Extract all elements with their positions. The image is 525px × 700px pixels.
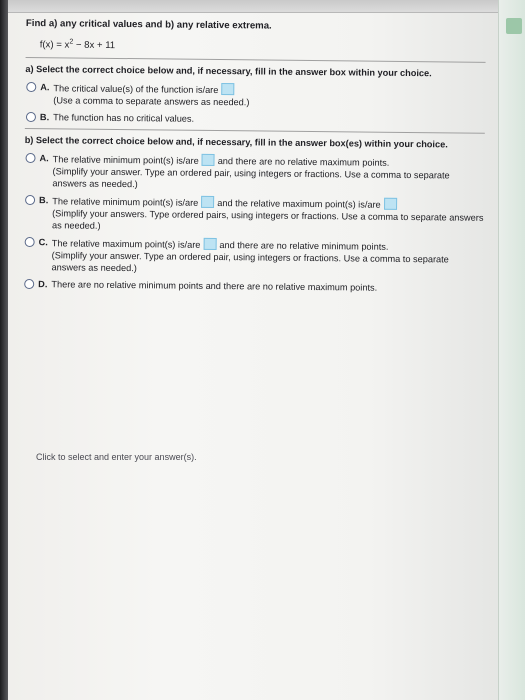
answer-box[interactable] xyxy=(203,238,217,251)
radio-button[interactable] xyxy=(25,112,37,123)
option-line1-middle: and the relative maximum point(s) is/are xyxy=(217,198,381,210)
radio-button[interactable] xyxy=(24,279,35,290)
question-content: Find a) any critical values and b) any r… xyxy=(23,18,486,300)
option-text: The relative minimum point(s) is/are and … xyxy=(52,194,484,236)
option-letter: B. xyxy=(39,112,50,123)
divider xyxy=(24,128,485,134)
option-hint: (Simplify your answers. Type ordered pai… xyxy=(51,208,484,231)
option-text: The relative minimum point(s) is/are and … xyxy=(52,152,484,194)
radio-button[interactable] xyxy=(25,153,36,164)
right-side-panel xyxy=(498,0,525,700)
problem-title: Find a) any critical values and b) any r… xyxy=(25,18,272,32)
option-text: The relative maximum point(s) is/are and … xyxy=(52,236,484,278)
answer-box[interactable] xyxy=(383,197,397,211)
option-line1: The relative minimum point(s) is/are xyxy=(52,154,199,167)
answer-box[interactable] xyxy=(201,154,215,167)
screen-bezel xyxy=(0,0,8,700)
part-a-question: a) Select the correct choice below and, … xyxy=(25,64,432,79)
radio-button[interactable] xyxy=(25,195,36,206)
part-a-option-a[interactable]: A. The critical value(s) of the function… xyxy=(25,81,485,111)
header-strip xyxy=(8,0,525,13)
part-a-option-b[interactable]: B. The function has no critical values. xyxy=(25,111,485,128)
formula-rest: − 8x + 11 xyxy=(73,39,116,52)
part-b-option-a[interactable]: A. The relative minimum point(s) is/are a… xyxy=(24,152,484,194)
function-formula: f(x) = x2 − 8x + 11 xyxy=(40,36,486,56)
footer-instruction: Click to select and enter your answer(s)… xyxy=(36,452,197,462)
formula-lhs: f(x) = x xyxy=(39,39,70,51)
radio-button[interactable] xyxy=(26,82,37,93)
side-panel-tab[interactable] xyxy=(506,18,522,34)
option-line1: The relative minimum point(s) is/are xyxy=(52,196,199,209)
radio-button[interactable] xyxy=(24,237,35,248)
part-b-option-d[interactable]: D. There are no relative minimum points … xyxy=(23,278,483,295)
option-line1-after: and there are no relative minimum points… xyxy=(219,240,389,252)
option-letter: B. xyxy=(39,195,49,206)
option-letter: A. xyxy=(39,153,49,164)
option-line1: The critical value(s) of the function is… xyxy=(53,83,219,96)
part-b-option-b[interactable]: B. The relative minimum point(s) is/are a… xyxy=(24,194,484,236)
divider xyxy=(25,57,486,64)
option-hint: (Simplify your answer. Type an ordered p… xyxy=(51,250,449,274)
option-hint: (Use a comma to separate answers as need… xyxy=(53,95,250,108)
part-b-option-c[interactable]: C. The relative maximum point(s) is/are a… xyxy=(23,236,483,278)
option-text: There are no relative minimum points and… xyxy=(51,279,378,293)
option-letter: C. xyxy=(38,237,48,248)
part-b-question: b) Select the correct choice below and, … xyxy=(24,135,448,150)
option-line1-after: and there are no relative maximum points… xyxy=(217,156,390,168)
option-hint: (Simplify your answer. Type an ordered p… xyxy=(52,166,450,190)
option-text: The function has no critical values. xyxy=(53,112,195,124)
option-text: The critical value(s) of the function is… xyxy=(53,81,485,111)
answer-box[interactable] xyxy=(201,196,215,209)
option-letter: D. xyxy=(38,279,48,290)
answer-box[interactable] xyxy=(221,83,235,96)
option-letter: A. xyxy=(40,82,50,93)
browser-screen: Find a) any critical values and b) any r… xyxy=(8,0,525,700)
option-line1: The relative maximum point(s) is/are xyxy=(51,238,201,251)
